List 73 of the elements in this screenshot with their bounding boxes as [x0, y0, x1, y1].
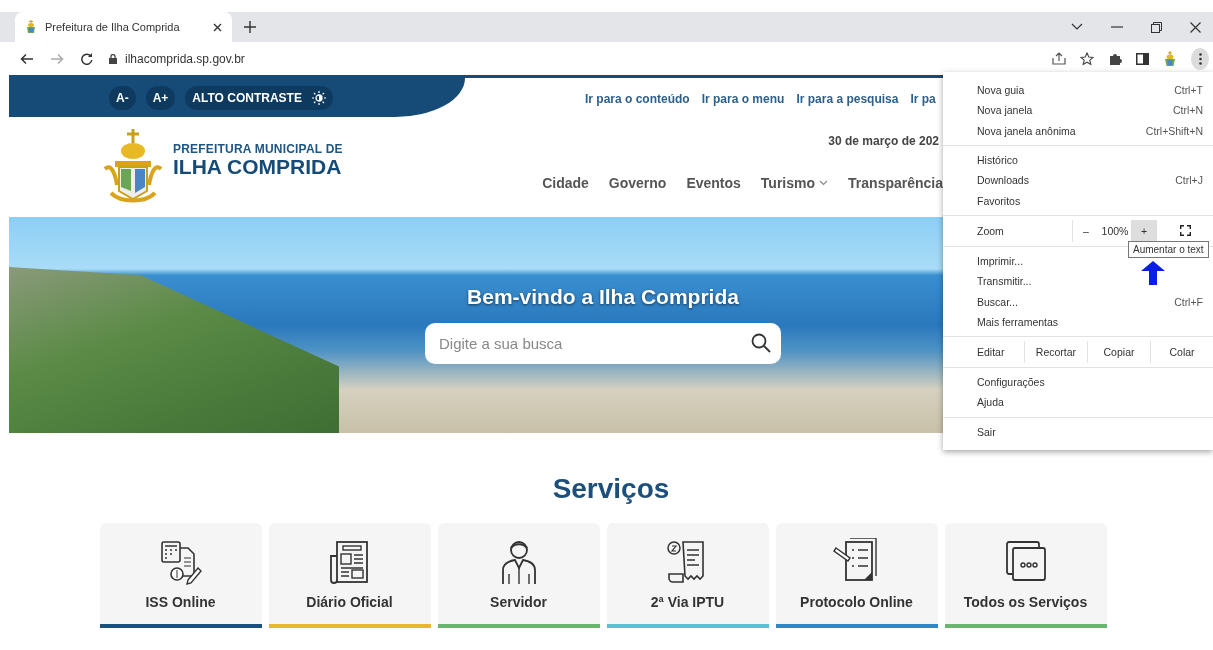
puzzle-icon[interactable] [1108, 51, 1122, 66]
nav-link[interactable]: Turismo [760, 175, 829, 191]
menu-item[interactable]: Sair [943, 421, 1213, 442]
menu-item[interactable]: Nova janela anônima Ctrl+Shift+N [943, 120, 1213, 141]
nav-link[interactable]: Cidade [542, 175, 589, 191]
service-card[interactable]: 2ª Via IPTU [606, 523, 769, 628]
edit-action-button[interactable]: Recortar [1024, 340, 1087, 363]
pointer-arrow [1140, 261, 1166, 285]
service-card[interactable]: Servidor [437, 523, 600, 628]
zoom-level: 100% [1100, 224, 1130, 237]
menu-item[interactable]: Mais ferramentas [943, 311, 1213, 332]
search-field[interactable]: Digite a sua busca [425, 323, 781, 364]
restore-icon[interactable] [1151, 21, 1162, 33]
menu-item[interactable]: Downloads Ctrl+J [943, 170, 1213, 191]
chevron-down-icon[interactable] [1071, 23, 1083, 31]
chevron-down-icon [819, 180, 829, 186]
service-card[interactable]: ISS Online [99, 523, 262, 628]
back-icon[interactable] [20, 52, 34, 65]
menu-button[interactable] [1191, 47, 1209, 70]
skip-link[interactable]: Ir para a pesquisa [796, 91, 899, 106]
font-size-button[interactable]: A- [109, 85, 136, 110]
menu-item[interactable]: Ajuda [943, 392, 1213, 413]
high-contrast-button[interactable]: ALTO CONTRASTE [185, 85, 333, 110]
nav-link[interactable]: Transparência [848, 175, 943, 191]
menu-item[interactable]: Favoritos [943, 190, 1213, 211]
shortcut-text: Ctrl+F [1174, 295, 1203, 308]
site-title[interactable]: ILHA COMPRIDA [173, 156, 343, 178]
shortcut-text: Ctrl+N [1172, 104, 1203, 117]
lock-icon [109, 53, 117, 64]
browser-tab[interactable]: Prefeitura de Ilha Comprida [15, 12, 232, 42]
service-card[interactable]: Todos os Serviços [944, 523, 1107, 628]
skip-link[interactable]: Ir para o conteúdo [585, 91, 690, 106]
menu-item[interactable]: Buscar... Ctrl+F [943, 291, 1213, 312]
skip-link[interactable]: Ir pa [910, 91, 936, 106]
kebab-icon [1198, 52, 1202, 65]
date-text: 30 de março de 202 [828, 134, 939, 148]
crest-icon[interactable] [1163, 50, 1177, 67]
font-size-button[interactable]: A+ [145, 85, 176, 110]
section-title: Serviços [552, 473, 670, 505]
menu-label: Editar [976, 345, 1006, 358]
edit-action-button[interactable]: Colar [1150, 340, 1213, 363]
new-tab-icon[interactable] [244, 21, 256, 33]
zoom-in-button[interactable]: + [1131, 219, 1157, 242]
search-icon[interactable] [751, 333, 771, 353]
share-icon[interactable] [1052, 52, 1066, 65]
menu-item[interactable]: Histórico [943, 149, 1213, 171]
nav-link[interactable]: Governo [608, 175, 667, 191]
skip-link[interactable]: Ir para o menu [701, 91, 785, 106]
menu-item[interactable]: Nova janela Ctrl+N [943, 100, 1213, 121]
side-panel-icon[interactable] [1136, 52, 1149, 65]
service-card[interactable]: Diário Oficial [268, 523, 431, 628]
nav-link[interactable]: Eventos [686, 175, 741, 191]
menu-item[interactable]: Transmitir... [943, 271, 1213, 292]
shortcut-text: Ctrl+Shift+N [1145, 124, 1203, 137]
star-icon[interactable] [1080, 51, 1094, 66]
menu-item[interactable]: Configurações [943, 371, 1213, 393]
zoom-out-button[interactable]: – [1073, 219, 1099, 242]
crest-icon [25, 20, 37, 34]
address-bar-url[interactable]: ilhacomprida.sp.gov.br [125, 51, 245, 66]
close-icon[interactable] [1190, 21, 1201, 33]
fullscreen-icon[interactable] [1179, 225, 1191, 237]
reload-icon[interactable] [80, 52, 93, 65]
menu-label: Zoom [977, 224, 1005, 237]
shortcut-text: Ctrl+J [1175, 174, 1203, 187]
header-subtitle: PREFEITURA MUNICIPAL DE [173, 142, 343, 156]
edit-action-button[interactable]: Copiar [1087, 340, 1150, 363]
close-icon[interactable] [213, 22, 222, 32]
menu-item[interactable]: Nova guia Ctrl+T [943, 80, 1213, 101]
contrast-icon [311, 90, 326, 105]
shortcut-text: Ctrl+T [1174, 84, 1203, 97]
tooltip: Aumentar o text [1128, 241, 1209, 258]
hero-heading: Bem-vindo a Ilha Comprida [467, 285, 739, 309]
service-card[interactable]: Protocolo Online [775, 523, 938, 628]
